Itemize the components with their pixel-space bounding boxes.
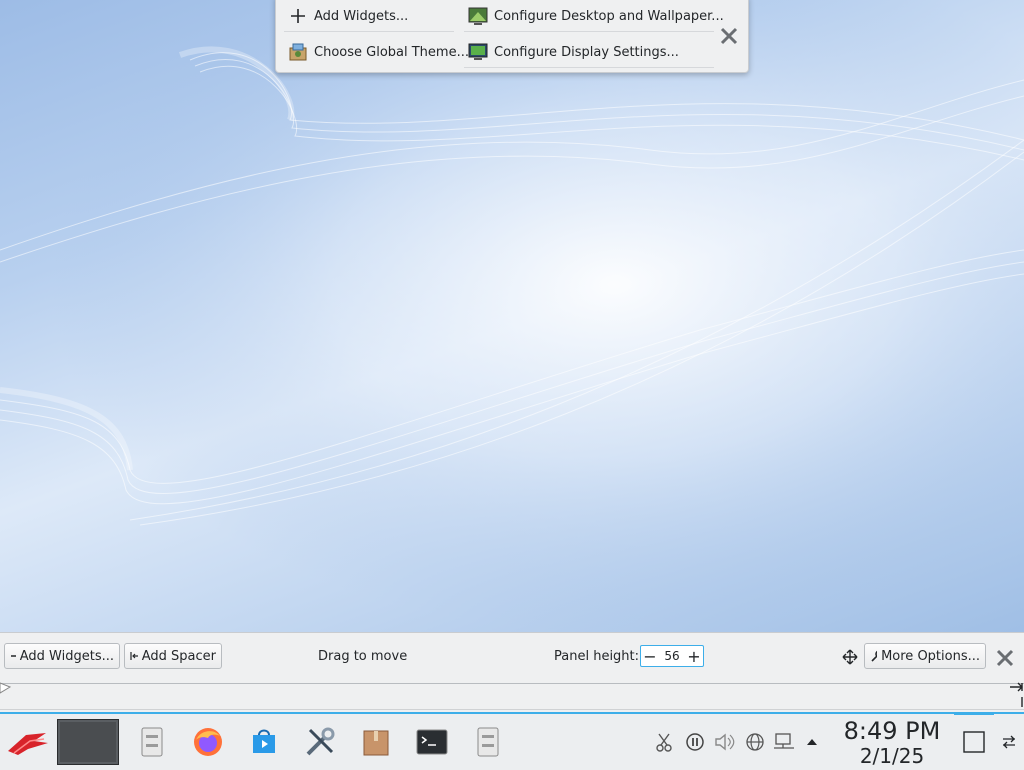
- taskbar-panel: 8:49 PM 2/1/25: [0, 712, 1024, 770]
- drag-to-move-label: Drag to move: [318, 649, 408, 664]
- archive-icon[interactable]: [354, 714, 398, 770]
- toolbox-add-widgets-label: Add Widgets...: [314, 8, 409, 24]
- network-wired-icon[interactable]: [772, 714, 796, 770]
- terminal-icon[interactable]: [410, 714, 454, 770]
- active-window-thumbnail[interactable]: [56, 714, 120, 770]
- panel-options-icon[interactable]: [996, 714, 1022, 770]
- toolbox-configure-desktop-button[interactable]: Configure Desktop and Wallpaper...: [464, 3, 728, 29]
- toolbox-configure-display-button[interactable]: Configure Display Settings...: [464, 39, 683, 65]
- ruler-left-handle-icon[interactable]: [0, 681, 14, 695]
- application-launcher-icon[interactable]: [2, 714, 52, 770]
- spacer-icon: [130, 652, 138, 660]
- panel-add-widgets-label: Add Widgets...: [19, 648, 114, 664]
- ruler-top-line: [0, 683, 1024, 684]
- global-theme-icon: [288, 42, 308, 62]
- discover-store-icon[interactable]: [242, 714, 286, 770]
- divider: [464, 67, 714, 68]
- plus-icon[interactable]: +: [685, 646, 703, 666]
- toolbox-add-widgets-button[interactable]: Add Widgets...: [284, 3, 412, 29]
- minus-icon[interactable]: −: [641, 646, 659, 666]
- media-pause-icon[interactable]: [683, 714, 707, 770]
- system-settings-icon[interactable]: [298, 714, 342, 770]
- toolbox-configure-display-label: Configure Display Settings...: [494, 44, 679, 60]
- desktop-wallpaper-icon: [468, 6, 488, 26]
- toolbox-configure-desktop-label: Configure Desktop and Wallpaper...: [494, 8, 724, 24]
- divider: [464, 31, 714, 32]
- move-icon[interactable]: [842, 649, 858, 669]
- more-options-label: More Options...: [881, 648, 980, 664]
- panel-add-spacer-label: Add Spacer: [141, 648, 216, 664]
- file-manager-2-icon[interactable]: [468, 714, 508, 770]
- toolbox-close-button[interactable]: [716, 23, 742, 49]
- desktop-wallpaper: [0, 0, 1024, 632]
- close-icon: [720, 27, 738, 45]
- more-options-button[interactable]: More Options...: [864, 643, 986, 669]
- panel-height-value[interactable]: 56: [659, 649, 685, 663]
- panel-configuration-bar: Add Widgets... Add Spacer Drag to move P…: [0, 632, 1024, 713]
- desktop-toolbox: Add Widgets... Choose Global Theme... Co…: [275, 0, 749, 73]
- panel-add-widgets-button[interactable]: Add Widgets...: [4, 643, 120, 669]
- display-settings-icon: [468, 42, 488, 62]
- toolbox-choose-global-theme-button[interactable]: Choose Global Theme...: [284, 39, 473, 65]
- clock-time[interactable]: 8:49 PM: [836, 717, 948, 745]
- panel-height-stepper[interactable]: − 56 +: [640, 645, 704, 667]
- toolbox-choose-theme-label: Choose Global Theme...: [314, 44, 469, 60]
- plus-icon: [11, 655, 16, 657]
- ruler-bottom-line: [0, 709, 1024, 710]
- clock-date[interactable]: 2/1/25: [836, 744, 948, 768]
- panel-add-spacer-button[interactable]: Add Spacer: [124, 643, 222, 669]
- scissors-icon[interactable]: [652, 714, 676, 770]
- panel-config-close-button[interactable]: [994, 647, 1016, 669]
- panel-size-ruler[interactable]: [0, 681, 1024, 710]
- close-icon: [996, 649, 1014, 667]
- tray-expand-icon[interactable]: [802, 714, 822, 770]
- network-globe-icon[interactable]: [743, 714, 767, 770]
- firefox-icon[interactable]: [186, 714, 230, 770]
- ruler-right-handle-icon[interactable]: [1008, 681, 1024, 709]
- file-manager-icon[interactable]: [132, 714, 172, 770]
- volume-icon[interactable]: [713, 714, 737, 770]
- panel-height-label: Panel height:: [554, 649, 640, 664]
- divider: [284, 31, 454, 32]
- show-desktop-icon[interactable]: [958, 714, 990, 770]
- wrench-icon: [871, 650, 878, 662]
- plus-icon: [288, 6, 308, 26]
